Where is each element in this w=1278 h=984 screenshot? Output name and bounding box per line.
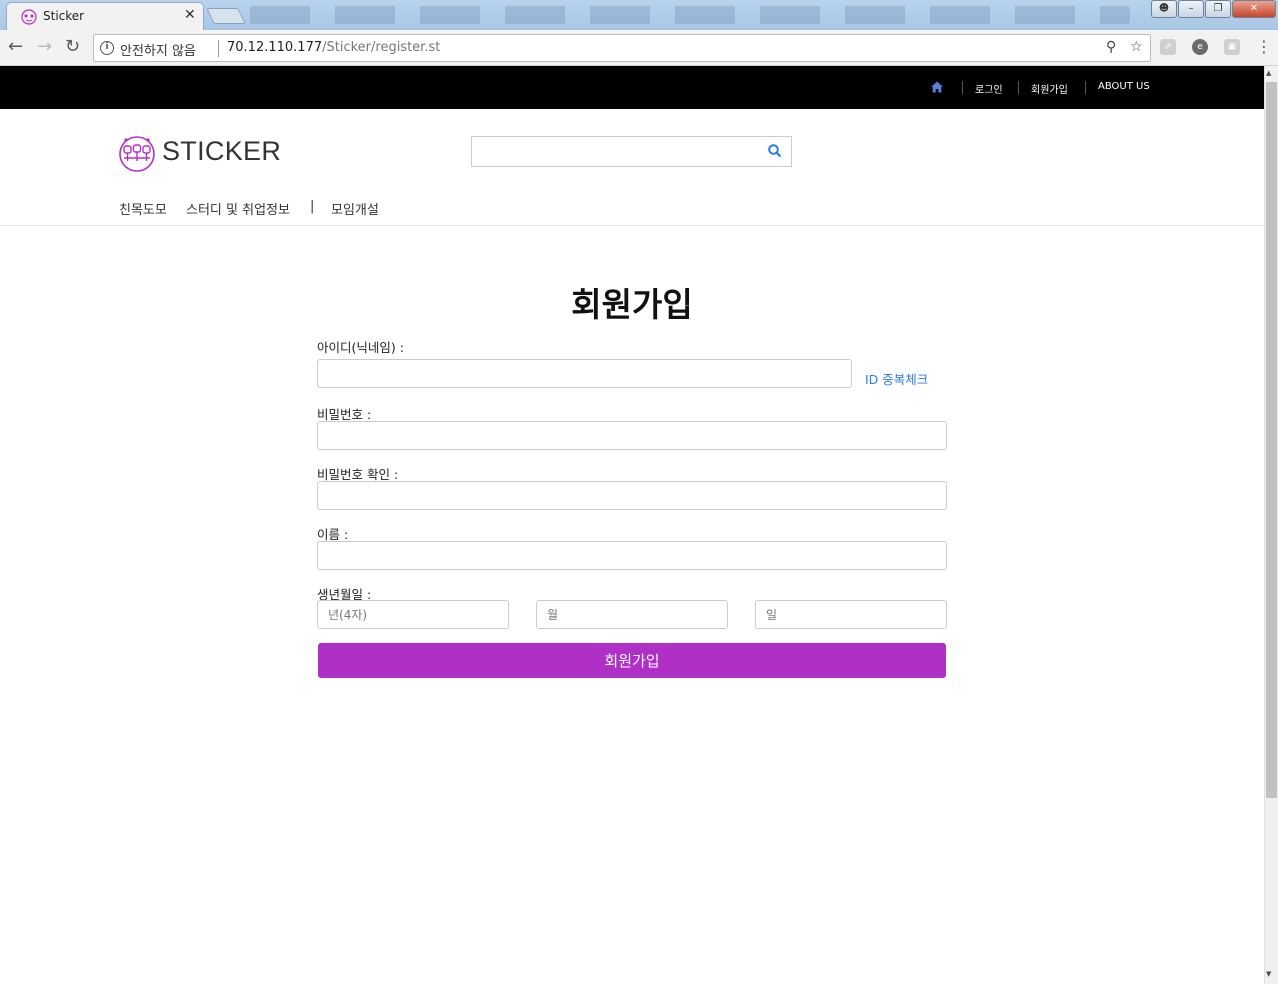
page-title: 회원가입 — [571, 285, 693, 324]
login-link[interactable]: 로그인 — [975, 81, 1003, 96]
scroll-up-icon[interactable]: ▲ — [1266, 69, 1271, 77]
password-confirm-input[interactable] — [317, 481, 947, 510]
window-close-icon[interactable]: ✕ — [1232, 0, 1276, 18]
search-icon[interactable] — [767, 143, 783, 159]
birth-month-input[interactable] — [536, 600, 728, 629]
id-duplicate-check-link[interactable]: ID 중복체크 — [865, 369, 928, 388]
top-navigation-bar: 로그인 회원가입 ABOUT US — [0, 66, 1264, 109]
header-divider — [0, 225, 1264, 226]
password-input[interactable] — [317, 421, 947, 450]
url-text[interactable]: 70.12.110.177/Sticker/register.st — [227, 40, 440, 55]
home-icon[interactable] — [930, 80, 944, 94]
browser-menu-icon[interactable]: ⋮ — [1256, 38, 1272, 56]
extension-icon[interactable]: ▣ — [1224, 39, 1240, 55]
nav-separator: | — [310, 199, 315, 214]
site-search-input[interactable] — [471, 136, 792, 167]
topnav-divider — [1085, 81, 1086, 94]
url-host: 70.12.110.177 — [227, 40, 323, 55]
signup-submit-button[interactable]: 회원가입 — [318, 643, 946, 678]
info-icon[interactable]: i — [100, 41, 114, 55]
back-arrow-icon[interactable]: ← — [8, 37, 23, 57]
nav-study-job-info[interactable]: 스터디 및 취업정보 — [186, 199, 290, 218]
scrollbar-thumb[interactable] — [1266, 82, 1277, 798]
id-input[interactable] — [317, 359, 852, 388]
scroll-down-icon[interactable]: ▼ — [1266, 970, 1271, 978]
topnav-divider — [962, 81, 963, 94]
forward-arrow-icon[interactable]: → — [37, 37, 52, 57]
omnibox[interactable]: i 안전하지 않음 70.12.110.177/Sticker/register… — [93, 34, 1151, 62]
evernote-extension-icon[interactable]: e — [1192, 39, 1208, 55]
address-toolbar: ← → ↻ i 안전하지 않음 70.12.110.177/Sticker/re… — [0, 30, 1278, 66]
minimize-icon[interactable]: – — [1178, 0, 1204, 18]
about-us-link[interactable]: ABOUT US — [1098, 81, 1150, 92]
sticker-logo-icon[interactable] — [118, 135, 156, 173]
browser-titlebar: Sticker ✕ ☻ – ❐ ✕ — [0, 0, 1278, 30]
birth-year-input[interactable] — [317, 600, 509, 629]
reload-icon[interactable]: ↻ — [65, 37, 80, 57]
signup-link[interactable]: 회원가입 — [1031, 81, 1068, 96]
omnibox-divider — [218, 40, 219, 57]
pdf-extension-icon[interactable]: ⇗ — [1160, 39, 1176, 55]
nav-social-gathering[interactable]: 친목도모 — [119, 199, 167, 218]
tab-title: Sticker — [43, 9, 85, 23]
url-path: /Sticker/register.st — [322, 40, 441, 55]
topnav-divider — [1018, 81, 1019, 94]
site-logo-text[interactable]: STICKER — [162, 136, 281, 167]
zoom-icon[interactable]: ⚲ — [1106, 39, 1116, 55]
window-controls: ☻ – ❐ ✕ — [1151, 0, 1276, 18]
security-indicator[interactable]: 안전하지 않음 — [120, 40, 196, 59]
new-tab-button[interactable] — [206, 8, 246, 24]
browser-tab[interactable]: Sticker ✕ — [6, 2, 204, 30]
bookmark-star-icon[interactable]: ☆ — [1130, 39, 1143, 55]
nav-create-group[interactable]: 모임개설 — [331, 199, 379, 218]
name-input[interactable] — [317, 541, 947, 570]
background-windows — [250, 6, 1130, 24]
restore-icon[interactable]: ❐ — [1205, 0, 1231, 18]
tab-close-icon[interactable]: ✕ — [184, 7, 196, 23]
user-icon[interactable]: ☻ — [1151, 0, 1177, 18]
id-label: 아이디(닉네임) : — [317, 340, 404, 355]
birth-day-input[interactable] — [755, 600, 947, 629]
sticker-favicon-icon — [21, 9, 37, 25]
